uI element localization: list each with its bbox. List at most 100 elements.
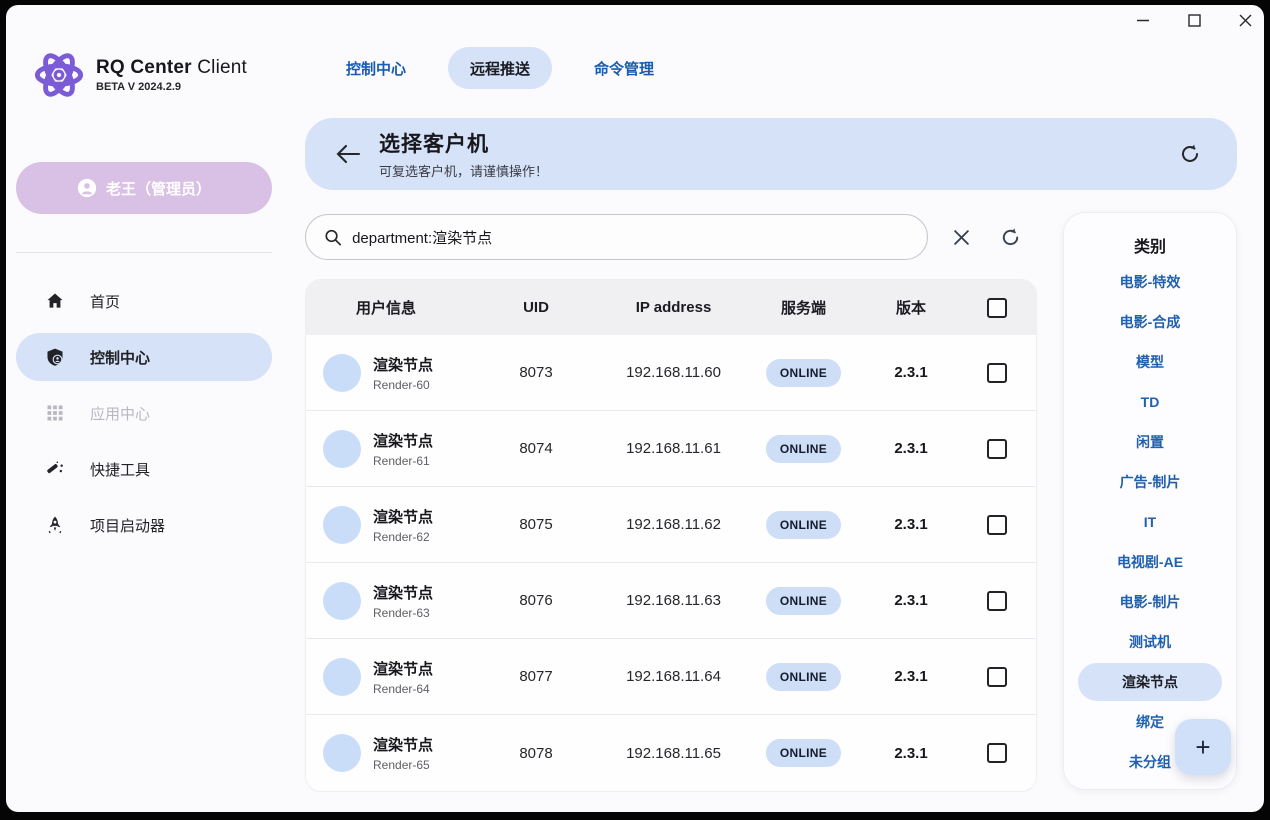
- client-hostname: Render-64: [373, 682, 433, 696]
- header-refresh-button[interactable]: [1175, 139, 1205, 169]
- category-item[interactable]: IT: [1078, 502, 1222, 542]
- tab-command-management[interactable]: 命令管理: [572, 47, 676, 89]
- minimize-icon: [1136, 13, 1150, 27]
- category-panel: 类别 电影-特效 电影-合成 模型 TD 闲置 广告-制片 IT 电视剧-AE …: [1063, 212, 1237, 790]
- category-item-selected[interactable]: 渲染节点: [1078, 663, 1222, 701]
- row-checkbox[interactable]: [987, 363, 1007, 383]
- top-navigation: 控制中心 远程推送 命令管理: [324, 47, 676, 89]
- client-version: 2.3.1: [894, 745, 927, 762]
- home-icon: [44, 291, 66, 311]
- select-all-checkbox[interactable]: [987, 298, 1007, 318]
- wand-icon: [44, 459, 66, 479]
- tab-remote-push[interactable]: 远程推送: [448, 47, 552, 89]
- category-item[interactable]: 电影-合成: [1078, 302, 1222, 342]
- user-name: 老王（管理员）: [106, 178, 211, 199]
- add-button[interactable]: +: [1175, 719, 1231, 775]
- table-row[interactable]: 渲染节点 Render-62 8075 192.168.11.62 ONLINE…: [306, 487, 1036, 563]
- row-checkbox[interactable]: [987, 515, 1007, 535]
- client-uid: 8073: [519, 364, 552, 381]
- status-badge: ONLINE: [766, 739, 841, 767]
- sidebar-nav: 首页 控制中心: [16, 277, 272, 549]
- col-ip: IP address: [636, 299, 712, 316]
- sidebar-item-quick-tools[interactable]: 快捷工具: [16, 445, 272, 493]
- sidebar-item-control-center[interactable]: 控制中心: [16, 333, 272, 381]
- client-uid: 8075: [519, 516, 552, 533]
- close-button[interactable]: [1236, 11, 1254, 29]
- category-item[interactable]: 测试机: [1078, 622, 1222, 662]
- category-list: 电影-特效 电影-合成 模型 TD 闲置 广告-制片 IT 电视剧-AE 电影-…: [1064, 262, 1236, 782]
- client-table: 用户信息 UID IP address 服务端 版本 渲染节点 Render-6…: [305, 279, 1037, 792]
- category-item[interactable]: 电影-特效: [1078, 262, 1222, 302]
- client-uid: 8078: [519, 745, 552, 762]
- client-hostname: Render-65: [373, 758, 433, 772]
- row-checkbox[interactable]: [987, 591, 1007, 611]
- sidebar-item-home[interactable]: 首页: [16, 277, 272, 325]
- app-title: RQ Center Client: [96, 57, 247, 79]
- search-input[interactable]: [352, 229, 909, 246]
- refresh-icon: [1178, 142, 1202, 166]
- minimize-button[interactable]: [1134, 11, 1152, 29]
- sidebar-item-project-launcher[interactable]: 项目启动器: [16, 501, 272, 549]
- client-uid: 8077: [519, 668, 552, 685]
- client-version: 2.3.1: [894, 364, 927, 381]
- client-name: 渲染节点: [373, 506, 433, 527]
- category-title: 类别: [1064, 233, 1236, 257]
- avatar: [323, 506, 361, 544]
- table-row[interactable]: 渲染节点 Render-60 8073 192.168.11.60 ONLINE…: [306, 335, 1036, 411]
- category-item[interactable]: 广告-制片: [1078, 462, 1222, 502]
- refresh-icon: [999, 226, 1022, 249]
- sidebar-item-app-center[interactable]: 应用中心: [16, 389, 272, 437]
- rocket-icon: [44, 515, 66, 535]
- table-row[interactable]: 渲染节点 Render-63 8076 192.168.11.63 ONLINE…: [306, 563, 1036, 639]
- category-item[interactable]: 电视剧-AE: [1078, 542, 1222, 582]
- client-hostname: Render-62: [373, 530, 433, 544]
- row-checkbox[interactable]: [987, 743, 1007, 763]
- search-box[interactable]: [305, 214, 928, 260]
- avatar: [323, 430, 361, 468]
- client-ip: 192.168.11.60: [626, 364, 721, 381]
- app-version: BETA V 2024.2.9: [96, 81, 247, 93]
- client-version: 2.3.1: [894, 440, 927, 457]
- row-checkbox[interactable]: [987, 667, 1007, 687]
- client-ip: 192.168.11.63: [626, 592, 721, 609]
- status-badge: ONLINE: [766, 511, 841, 539]
- plus-icon: +: [1195, 732, 1210, 763]
- tab-control-center[interactable]: 控制中心: [324, 47, 428, 89]
- window-controls: [1134, 11, 1254, 29]
- client-version: 2.3.1: [894, 592, 927, 609]
- category-item[interactable]: 闲置: [1078, 422, 1222, 462]
- client-name: 渲染节点: [373, 354, 433, 375]
- table-row[interactable]: 渲染节点 Render-61 8074 192.168.11.61 ONLINE…: [306, 411, 1036, 487]
- maximize-button[interactable]: [1185, 11, 1203, 29]
- client-ip: 192.168.11.65: [626, 745, 721, 762]
- sidebar-divider: [16, 252, 272, 253]
- clear-x-icon: [953, 229, 970, 246]
- atom-logo-icon: [32, 48, 86, 102]
- client-uid: 8076: [519, 592, 552, 609]
- client-hostname: Render-60: [373, 378, 433, 392]
- category-item[interactable]: 模型: [1078, 342, 1222, 382]
- client-uid: 8074: [519, 440, 552, 457]
- shield-user-icon: [44, 347, 66, 367]
- back-button[interactable]: [333, 139, 363, 169]
- client-ip: 192.168.11.62: [626, 516, 721, 533]
- user-icon: [77, 178, 97, 198]
- client-ip: 192.168.11.64: [626, 668, 721, 685]
- status-badge: ONLINE: [766, 359, 841, 387]
- category-item[interactable]: TD: [1078, 382, 1222, 422]
- user-badge[interactable]: 老王（管理员）: [16, 162, 272, 214]
- app-window: RQ Center Client BETA V 2024.2.9 老王（管理员）…: [6, 5, 1264, 812]
- grid-icon: [44, 404, 66, 422]
- category-item[interactable]: 电影-制片: [1078, 582, 1222, 622]
- row-checkbox[interactable]: [987, 439, 1007, 459]
- client-name: 渲染节点: [373, 658, 433, 679]
- avatar: [323, 734, 361, 772]
- search-clear-button[interactable]: [946, 222, 976, 252]
- table-row[interactable]: 渲染节点 Render-65 8078 192.168.11.65 ONLINE…: [306, 715, 1036, 791]
- search-refresh-button[interactable]: [995, 222, 1025, 252]
- col-server: 服务端: [781, 297, 826, 318]
- status-badge: ONLINE: [766, 587, 841, 615]
- table-row[interactable]: 渲染节点 Render-64 8077 192.168.11.64 ONLINE…: [306, 639, 1036, 715]
- client-hostname: Render-63: [373, 606, 433, 620]
- back-arrow-icon: [335, 143, 361, 165]
